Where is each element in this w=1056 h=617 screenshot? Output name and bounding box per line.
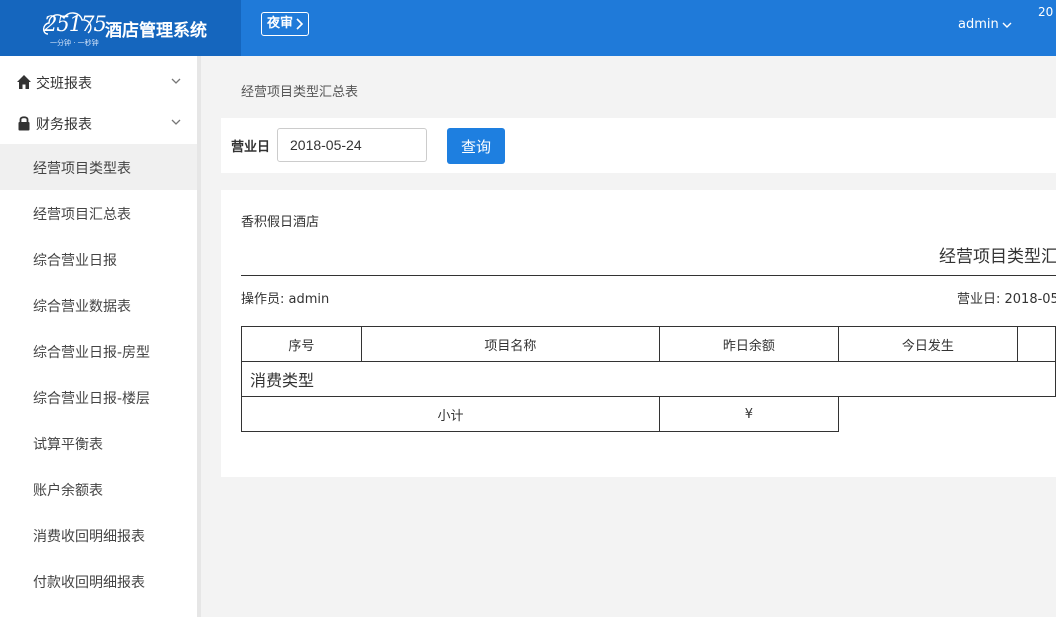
sidebar-item-daily-report-floor[interactable]: 综合营业日报-楼层 <box>0 374 197 420</box>
user-menu[interactable]: admin <box>958 17 1012 32</box>
sidebar-item-label: 账户余额表 <box>33 483 103 499</box>
report-divider <box>241 275 1056 276</box>
sidebar-item-label: 综合营业日报-房型 <box>33 345 151 361</box>
clock-text: 20 <box>1038 5 1054 19</box>
table-cell <box>838 397 1055 432</box>
column-header <box>1016 326 1056 362</box>
breadcrumb: 经营项目类型汇总表 <box>241 85 359 100</box>
subtotal-label: 小计 <box>241 396 660 432</box>
table-row: 小计 ¥ <box>241 396 1056 432</box>
column-header: 今日发生 <box>837 326 1018 362</box>
logo-tagline: 一分钟 · 一秒钟 <box>50 39 99 47</box>
business-date-label: 营业日 <box>231 140 271 155</box>
logo-block: 25175 一分钟 · 一秒钟 酒店管理系统 <box>0 0 241 56</box>
column-header: 项目名称 <box>360 326 660 362</box>
sidebar-item-label: 综合营业日报-楼层 <box>33 391 151 407</box>
sidebar-item-label: 经营项目类型表 <box>33 161 131 177</box>
report-panel: 香积假日酒店 经营项目类型汇 操作员: admin 营业日: 2018-05 序… <box>221 190 1056 477</box>
sidebar-item-label: 付款收回明细报表 <box>33 575 145 591</box>
sidebar-item-label: 综合营业日报 <box>33 253 117 269</box>
sidebar-item-label: 综合营业数据表 <box>33 299 131 315</box>
sidebar-item-label: 试算平衡表 <box>33 437 103 453</box>
sidebar-item-payment-recovery[interactable]: 付款收回明细报表 <box>0 558 197 604</box>
top-bar: 25175 一分钟 · 一秒钟 酒店管理系统 夜审 admin 20 <box>0 0 1056 56</box>
operator-label: 操作员: admin <box>241 292 330 307</box>
sidebar-group-finance-reports[interactable]: 财务报表 <box>0 106 197 140</box>
chevron-down-icon <box>1002 22 1012 28</box>
sidebar-item-account-balance[interactable]: 账户余额表 <box>0 466 197 512</box>
query-button[interactable]: 查询 <box>447 128 505 164</box>
filter-bar: 营业日 查询 <box>221 118 1056 173</box>
lock-icon <box>18 116 30 131</box>
sidebar-item-trial-balance[interactable]: 试算平衡表 <box>0 420 197 466</box>
night-audit-label: 夜审 <box>267 16 294 31</box>
report-table: 序号 项目名称 昨日余额 今日发生 消费类型 小计 ¥ <box>241 326 1056 432</box>
sidebar-group-label: 交班报表 <box>36 76 92 92</box>
sidebar: 交班报表 财务报表 经营项目类型表 经营项目汇总表 综合营业日报 综合营业数据表… <box>0 56 197 617</box>
column-header: 昨日余额 <box>658 326 839 362</box>
sidebar-divider <box>197 56 201 617</box>
subtotal-value: ¥ <box>658 396 839 432</box>
chevron-down-icon <box>171 78 181 84</box>
hotel-name: 香积假日酒店 <box>241 215 320 230</box>
business-date-input[interactable] <box>277 128 427 162</box>
cloud-logo-icon: 25175 一分钟 · 一秒钟 <box>40 8 107 48</box>
report-business-date: 营业日: 2018-05 <box>957 292 1056 307</box>
sidebar-item-business-summary[interactable]: 经营项目汇总表 <box>0 190 197 236</box>
sidebar-item-daily-report-room-type[interactable]: 综合营业日报-房型 <box>0 328 197 374</box>
chevron-down-icon <box>171 119 181 125</box>
night-audit-button[interactable]: 夜审 <box>261 12 310 36</box>
sidebar-item-daily-report[interactable]: 综合营业日报 <box>0 236 197 282</box>
sidebar-item-business-data[interactable]: 综合营业数据表 <box>0 282 197 328</box>
table-header-row: 序号 项目名称 昨日余额 今日发生 <box>241 326 1056 362</box>
logo-number: 25175 <box>44 12 107 36</box>
sidebar-item-label: 经营项目汇总表 <box>33 207 131 223</box>
chevron-right-icon <box>296 18 304 30</box>
system-title: 酒店管理系统 <box>105 21 207 41</box>
sidebar-group-shift-reports[interactable]: 交班报表 <box>0 65 197 99</box>
sidebar-group-label: 财务报表 <box>36 117 92 133</box>
home-icon <box>17 75 31 89</box>
sidebar-item-label: 消费收回明细报表 <box>33 529 145 545</box>
sidebar-item-business-type-report[interactable]: 经营项目类型表 <box>0 144 197 190</box>
section-label: 消费类型 <box>241 361 1056 397</box>
report-title: 经营项目类型汇 <box>939 247 1056 267</box>
sidebar-item-consumption-recovery[interactable]: 消费收回明细报表 <box>0 512 197 558</box>
username: admin <box>958 17 999 32</box>
table-row: 消费类型 <box>241 361 1056 397</box>
column-header: 序号 <box>241 326 362 362</box>
